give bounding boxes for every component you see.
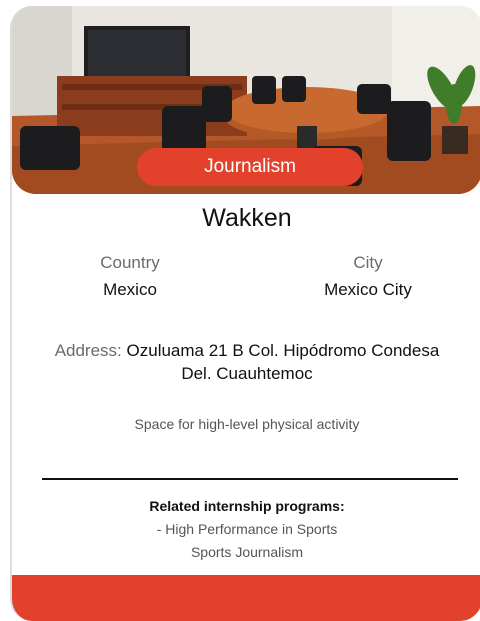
venue-name: Wakken: [202, 204, 292, 232]
venue-card[interactable]: Journalism Wakken Country Mexico City Me…: [10, 6, 480, 621]
address-label: Address:: [54, 341, 122, 360]
related-programs: Related internship programs: - High Perf…: [12, 495, 480, 564]
city-block: City Mexico City: [278, 250, 458, 304]
card-footer-bar: [12, 575, 480, 621]
related-programs-heading: Related internship programs:: [149, 498, 345, 514]
venue-description: Space for high-level physical activity: [134, 416, 360, 432]
city-label: City: [353, 253, 383, 272]
category-badge: Journalism: [137, 148, 363, 186]
address-value: Ozuluama 21 B Col. Hipódromo Condesa Del…: [126, 341, 440, 383]
country-value: Mexico: [103, 280, 157, 299]
divider: [42, 478, 458, 480]
country-label: Country: [100, 253, 160, 272]
related-program-item[interactable]: - High Performance in Sports: [12, 518, 480, 541]
related-program-item[interactable]: Sports Journalism: [12, 541, 480, 564]
city-value: Mexico City: [324, 280, 412, 299]
address-block: Address: Ozuluama 21 B Col. Hipódromo Co…: [52, 339, 442, 385]
country-block: Country Mexico: [40, 250, 220, 304]
